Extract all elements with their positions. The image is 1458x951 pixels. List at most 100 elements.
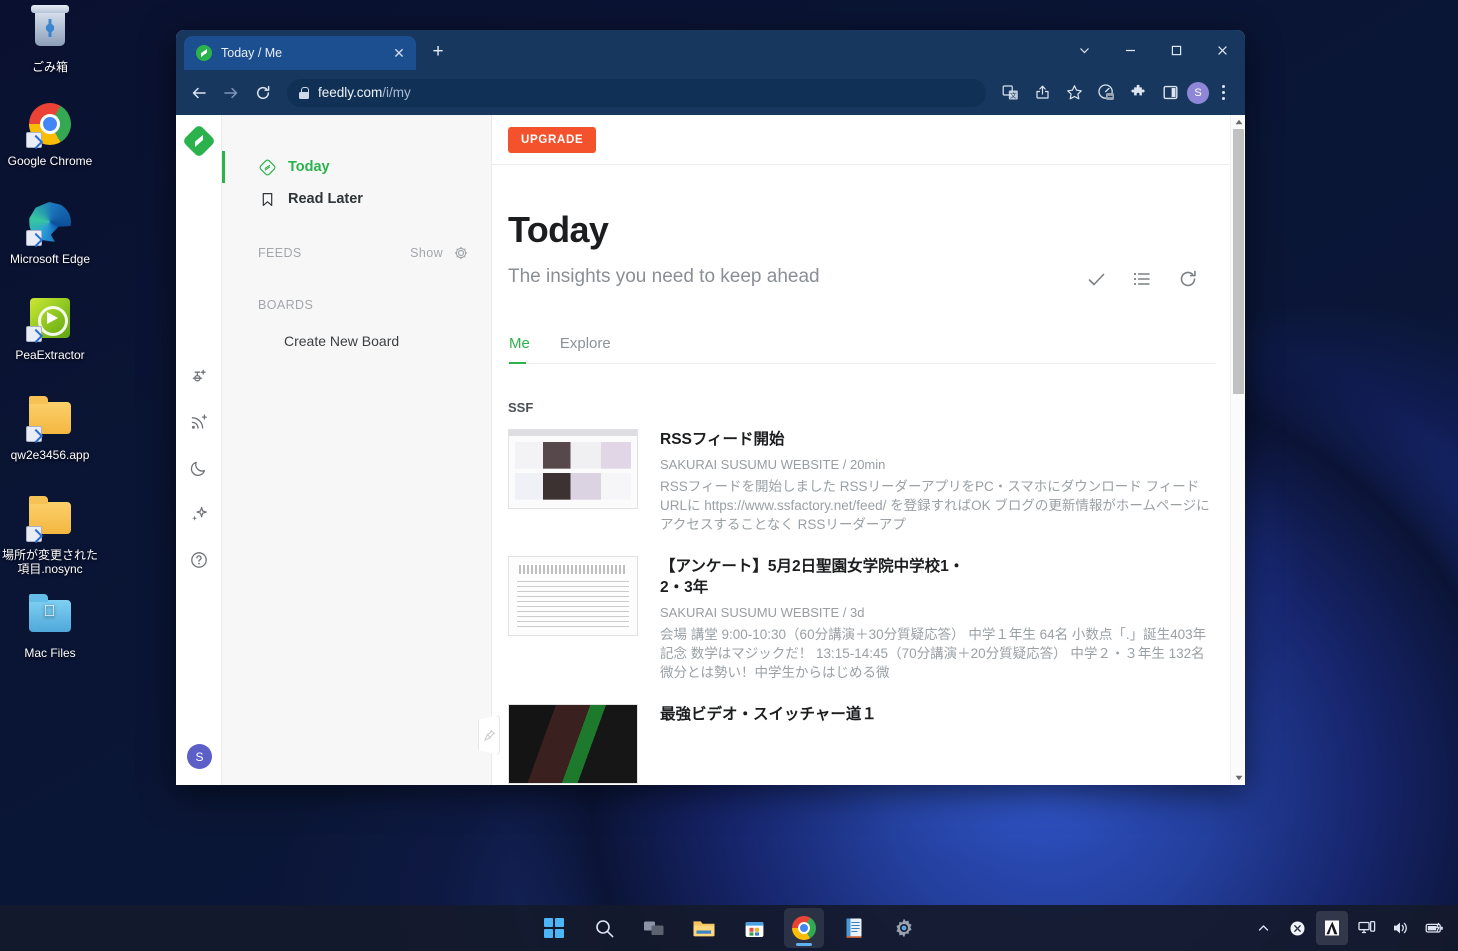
search-button[interactable] xyxy=(584,908,624,948)
share-icon[interactable] xyxy=(1027,78,1057,108)
feedly-today-icon xyxy=(258,158,276,176)
windows-logo-icon xyxy=(544,918,564,938)
battery-icon[interactable] xyxy=(1420,911,1450,945)
gear-icon[interactable] xyxy=(453,245,469,261)
kebab-menu-icon[interactable] xyxy=(1211,80,1235,106)
profile-avatar[interactable]: S xyxy=(1187,81,1209,104)
triangle-app-icon[interactable] xyxy=(1316,911,1348,945)
ai-sparkle-icon[interactable] xyxy=(179,491,219,537)
folder-icon xyxy=(693,921,715,937)
upgrade-button[interactable]: UPGRADE xyxy=(508,126,597,153)
article-entry[interactable]: 最強ビデオ・スイッチャー道１ xyxy=(508,704,1215,785)
notepad-button[interactable] xyxy=(834,908,874,948)
create-new-board-button[interactable]: Create New Board xyxy=(222,333,491,349)
article-entry[interactable]: 【アンケート】5月2日聖園女学院中学校1・2・3年 SAKURAI SUSUMU… xyxy=(508,556,1215,704)
speaker-icon[interactable] xyxy=(1386,911,1416,945)
article-snippet: RSSフィードを開始しました RSSリーダーアプリをPC・スマホにダウンロード … xyxy=(660,479,1210,532)
feeds-show-button[interactable]: Show xyxy=(410,246,443,260)
desktop-icon-peaextractor[interactable]: PeaExtractor xyxy=(0,294,100,362)
network-icon[interactable] xyxy=(1352,911,1382,945)
start-button[interactable] xyxy=(534,908,574,948)
scrollbar-thumb[interactable] xyxy=(1233,129,1244,394)
feed-scroll-area[interactable]: Today The insights you need to keep ahea… xyxy=(492,165,1245,785)
desktop-icon-label: PeaExtractor xyxy=(15,348,85,362)
address-bar[interactable]: feedly.com/i/my xyxy=(287,78,986,107)
user-avatar[interactable]: S xyxy=(187,744,212,769)
desktop-icon-label: qw2e3456.app xyxy=(10,448,90,462)
boards-section-header: BOARDS xyxy=(222,295,491,315)
show-hidden-icons-chevron-up-icon[interactable] xyxy=(1248,911,1278,945)
browser-tab[interactable]: Today / Me ✕ xyxy=(184,36,416,70)
article-thumbnail xyxy=(508,556,638,636)
folder-icon xyxy=(26,394,74,442)
chrome-icon xyxy=(792,916,816,940)
minimize-icon[interactable] xyxy=(1107,33,1153,67)
desktop-icon-recycle-bin[interactable]: ごみ箱 xyxy=(0,5,100,74)
sidebar-item-label: Today xyxy=(288,159,330,175)
vertical-scrollbar[interactable] xyxy=(1230,115,1245,785)
tab-close-icon[interactable]: ✕ xyxy=(390,44,408,62)
desktop-icon-folder-nosync[interactable]: 場所が変更された項目.nosync xyxy=(0,494,100,576)
speedometer-icon[interactable] xyxy=(1091,78,1121,108)
scroll-down-arrow-icon[interactable] xyxy=(1231,771,1245,785)
desktop-icon-google-chrome[interactable]: Google Chrome xyxy=(0,100,100,168)
desktop-icon-label: 場所が変更された項目.nosync xyxy=(1,548,98,576)
search-icon xyxy=(595,919,613,937)
boards-section-title: BOARDS xyxy=(258,298,314,312)
translate-icon[interactable]: 文 xyxy=(995,78,1025,108)
circle-x-icon[interactable] xyxy=(1282,911,1312,945)
dark-mode-icon[interactable] xyxy=(179,445,219,491)
article-entry[interactable]: RSSフィード開始 SAKURAI SUSUMU WEBSITE / 20min… xyxy=(508,429,1215,556)
maximize-icon[interactable] xyxy=(1153,33,1199,67)
task-view-icon xyxy=(644,921,664,935)
article-meta: SAKURAI SUSUMU WEBSITE / 20min xyxy=(660,457,886,472)
tab-search-chevron-down-icon[interactable] xyxy=(1061,33,1107,67)
system-tray xyxy=(1248,905,1450,951)
tab-explore[interactable]: Explore xyxy=(560,335,611,363)
add-people-icon[interactable] xyxy=(179,353,219,399)
url-path: /i/my xyxy=(382,85,411,100)
tab-me[interactable]: Me xyxy=(509,335,530,364)
upgrade-bar: UPGRADE xyxy=(492,115,1245,165)
article-snippet: 会場 講堂 9:00-10:30（60分講演＋30分質疑応答） 中学１年生 64… xyxy=(660,627,1207,680)
list-view-icon[interactable] xyxy=(1131,268,1153,290)
add-feed-icon[interactable] xyxy=(179,399,219,445)
taskbar-items xyxy=(534,908,924,948)
microsoft-store-button[interactable] xyxy=(734,908,774,948)
article-body: 【アンケート】5月2日聖園女学院中学校1・2・3年 SAKURAI SUSUMU… xyxy=(660,556,1215,682)
settings-button[interactable] xyxy=(884,908,924,948)
desktop-icon-microsoft-edge[interactable]: Microsoft Edge xyxy=(0,198,100,266)
back-arrow-icon[interactable] xyxy=(184,78,214,108)
feedly-logo-icon[interactable] xyxy=(181,124,216,158)
new-tab-button[interactable]: + xyxy=(424,39,452,67)
chrome-browser-window: Today / Me ✕ + feedly.com/i/my 文 S S Tod… xyxy=(176,30,1245,785)
sidebar-item-today[interactable]: Today xyxy=(222,151,491,183)
sidebar-pin-icon[interactable] xyxy=(478,715,500,755)
star-icon[interactable] xyxy=(1059,78,1089,108)
close-icon[interactable] xyxy=(1199,33,1245,67)
side-panel-icon[interactable] xyxy=(1155,78,1185,108)
reload-icon[interactable] xyxy=(248,78,278,108)
file-explorer-button[interactable] xyxy=(684,908,724,948)
taskbar-chrome-button[interactable] xyxy=(784,908,824,948)
help-icon[interactable] xyxy=(179,537,219,583)
feedly-app: S Today Read Later FEEDS Show BOARDS Cre… xyxy=(176,115,1245,785)
article-title: 【アンケート】5月2日聖園女学院中学校1・2・3年 xyxy=(660,558,965,596)
forward-arrow-icon[interactable] xyxy=(216,78,246,108)
sidebar-item-read-later[interactable]: Read Later xyxy=(222,183,491,215)
svg-text:文: 文 xyxy=(1010,91,1017,100)
desktop-icon-folder-app[interactable]: qw2e3456.app xyxy=(0,394,100,462)
article-title: 最強ビデオ・スイッチャー道１ xyxy=(660,706,877,723)
feedly-sidebar: Today Read Later FEEDS Show BOARDS Creat… xyxy=(222,115,500,785)
desktop-icon-mac-files[interactable]:  Mac Files xyxy=(0,592,100,660)
article-meta: SAKURAI SUSUMU WEBSITE / 3d xyxy=(660,605,865,620)
article-thumbnail xyxy=(508,429,638,509)
mark-read-check-icon[interactable] xyxy=(1085,268,1107,290)
desktop-icon-label: Google Chrome xyxy=(7,154,93,168)
store-icon xyxy=(745,921,763,937)
refresh-icon[interactable] xyxy=(1177,268,1199,290)
task-view-button[interactable] xyxy=(634,908,674,948)
puzzle-icon[interactable] xyxy=(1123,78,1153,108)
scroll-up-arrow-icon[interactable] xyxy=(1231,115,1245,129)
folder-icon xyxy=(26,494,74,542)
